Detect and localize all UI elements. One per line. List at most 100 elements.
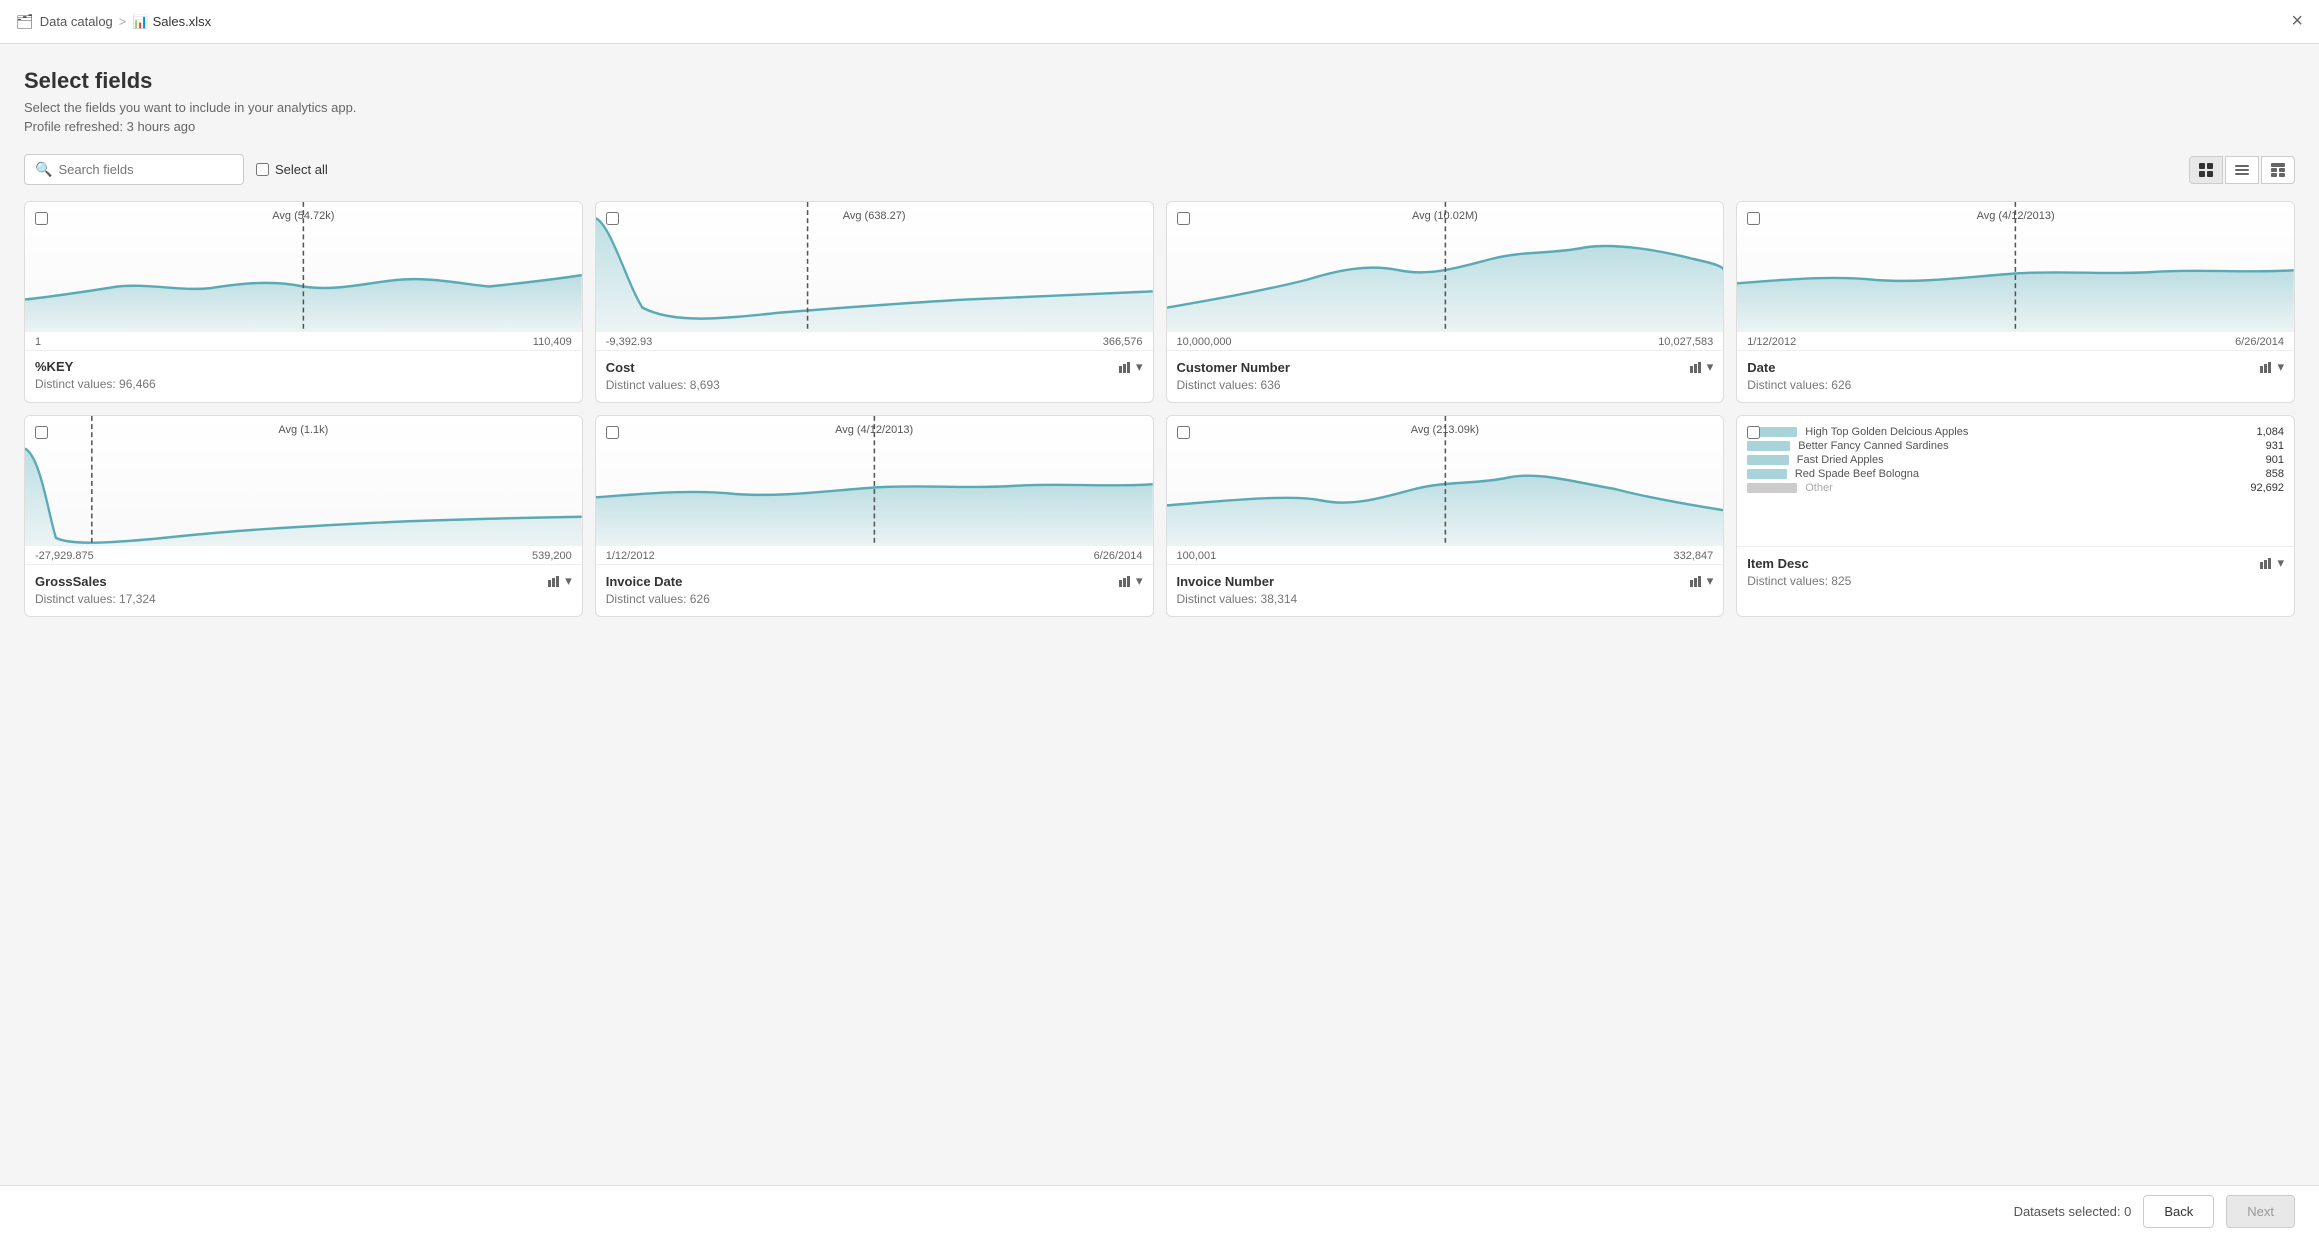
chart-type-icon-cost [1118,360,1132,374]
card-title-row-cost: Cost ▾ [606,359,1143,375]
card-gross_sales: Avg (1.1k) -27,929.875 539,200 [24,415,583,617]
range-max-key: 110,409 [533,336,572,348]
card-actions-invoice_date[interactable]: ▾ [1118,573,1143,589]
topbar: 🗂 Data catalog > 📊 Sales.xlsx × [0,0,2319,44]
chart-dropdown-icon-customer_number[interactable]: ▾ [1707,359,1714,375]
card-info-invoice_date: Invoice Date ▾ Distinct values: 626 [596,564,1153,616]
card-actions-customer_number[interactable]: ▾ [1689,359,1714,375]
card-distinct-gross_sales: Distinct values: 17,324 [35,592,572,606]
chart-range-invoice_number: 100,001 332,847 [1167,546,1724,564]
select-all-label[interactable]: Select all [275,162,328,177]
card-distinct-invoice_date: Distinct values: 626 [606,592,1143,606]
avg-label-invoice_number: Avg (213.09k) [1411,424,1479,436]
chart-type-icon-invoice_date [1118,574,1132,588]
range-min-date: 1/12/2012 [1747,336,1796,348]
chart-dropdown-icon-invoice_number[interactable]: ▾ [1707,573,1714,589]
card-distinct-invoice_number: Distinct values: 38,314 [1177,592,1714,606]
chart-dropdown-icon-invoice_date[interactable]: ▾ [1136,573,1143,589]
card-checkbox-item_desc[interactable] [1747,426,1760,439]
toolbar-left: 🔍 Select all [24,154,328,185]
chart-type-icon-invoice_number [1689,574,1703,588]
bar-labels: High Top Golden Delcious Apples 1,084 Be… [1747,426,2284,536]
back-button[interactable]: Back [2143,1195,2214,1228]
card-checkbox-date[interactable] [1747,212,1760,225]
select-all-wrap: Select all [256,162,328,177]
card-title-customer_number: Customer Number [1177,360,1290,375]
card-title-date: Date [1747,360,1775,375]
chart-range-key: 1 110,409 [25,332,582,350]
card-info-date: Date ▾ Distinct values: 626 [1737,350,2294,402]
search-icon: 🔍 [35,161,52,178]
card-checkbox-invoice_number[interactable] [1177,426,1190,439]
bar-chart-area: High Top Golden Delcious Apples 1,084 Be… [1737,416,2294,546]
range-max-invoice_number: 332,847 [1673,550,1713,562]
card-invoice_number: Avg (213.09k) 100,001 332,847 [1166,415,1725,617]
search-box[interactable]: 🔍 [24,154,244,185]
card-actions-invoice_number[interactable]: ▾ [1689,573,1714,589]
avg-label-date: Avg (4/12/2013) [1977,210,2055,222]
card-checkbox-customer_number[interactable] [1177,212,1190,225]
card-title-invoice_number: Invoice Number [1177,574,1275,589]
card-title-row-item_desc: Item Desc ▾ [1747,555,2284,571]
breadcrumb: 🗂 Data catalog > 📊 Sales.xlsx [16,13,211,30]
bar-entry: Fast Dried Apples 901 [1747,454,2284,466]
catalog-label[interactable]: Data catalog [40,14,113,29]
toolbar: 🔍 Select all [24,154,2295,185]
card-distinct-date: Distinct values: 626 [1747,378,2284,392]
main-content: Select fields Select the fields you want… [0,44,2319,1237]
range-min-customer_number: 10,000,000 [1177,336,1232,348]
card-distinct-key: Distinct values: 96,466 [35,377,572,391]
breadcrumb-sep: > [119,14,127,29]
file-name: 📊 Sales.xlsx [132,14,211,30]
search-input[interactable] [58,162,233,177]
table-icon [2270,162,2286,178]
range-min-gross_sales: -27,929.875 [35,550,94,562]
close-button[interactable]: × [2291,10,2303,33]
bottom-bar: Datasets selected: 0 Back Next [0,1185,2319,1237]
datasets-selected-label: Datasets selected: 0 [2014,1204,2132,1219]
card-title-row-customer_number: Customer Number ▾ [1177,359,1714,375]
chart-type-icon-customer_number [1689,360,1703,374]
chart-area-date: Avg (4/12/2013) [1737,202,2294,332]
card-info-customer_number: Customer Number ▾ Distinct values: 636 [1167,350,1724,402]
card-checkbox-cost[interactable] [606,212,619,225]
next-button[interactable]: Next [2226,1195,2295,1228]
card-actions-item_desc[interactable]: ▾ [2259,555,2284,571]
view-grid-button[interactable] [2189,156,2223,184]
card-actions-cost[interactable]: ▾ [1118,359,1143,375]
chart-area-invoice_date: Avg (4/12/2013) [596,416,1153,546]
card-distinct-customer_number: Distinct values: 636 [1177,378,1714,392]
view-list-button[interactable] [2225,156,2259,184]
chart-dropdown-icon-item_desc[interactable]: ▾ [2277,555,2284,571]
chart-type-icon-date [2259,360,2273,374]
card-distinct-cost: Distinct values: 8,693 [606,378,1143,392]
chart-range-customer_number: 10,000,000 10,027,583 [1167,332,1724,350]
chart-area-gross_sales: Avg (1.1k) [25,416,582,546]
view-table-button[interactable] [2261,156,2295,184]
card-title-row-invoice_number: Invoice Number ▾ [1177,573,1714,589]
chart-area-key: Avg (54.72k) [25,202,582,332]
card-title-cost: Cost [606,360,635,375]
chart-dropdown-icon-date[interactable]: ▾ [2277,359,2284,375]
page-subtitle: Select the fields you want to include in… [24,100,2295,115]
range-min-cost: -9,392.93 [606,336,652,348]
range-min-key: 1 [35,336,41,348]
chart-dropdown-icon-cost[interactable]: ▾ [1136,359,1143,375]
card-title-item_desc: Item Desc [1747,556,1808,571]
card-checkbox-key[interactable] [35,212,48,225]
card-checkbox-gross_sales[interactable] [35,426,48,439]
chart-dropdown-icon-gross_sales[interactable]: ▾ [565,573,572,589]
view-toggle [2189,156,2295,184]
card-actions-gross_sales[interactable]: ▾ [547,573,572,589]
select-all-checkbox[interactable] [256,163,269,176]
list-icon [2234,162,2250,178]
avg-label-key: Avg (54.72k) [272,210,334,222]
avg-label-cost: Avg (638.27) [843,210,906,222]
card-title-row-invoice_date: Invoice Date ▾ [606,573,1143,589]
bar-entry: Better Fancy Canned Sardines 931 [1747,440,2284,452]
card-title-row-gross_sales: GrossSales ▾ [35,573,572,589]
bar-entry: High Top Golden Delcious Apples 1,084 [1747,426,2284,438]
card-checkbox-invoice_date[interactable] [606,426,619,439]
range-max-cost: 366,576 [1103,336,1143,348]
card-actions-date[interactable]: ▾ [2259,359,2284,375]
